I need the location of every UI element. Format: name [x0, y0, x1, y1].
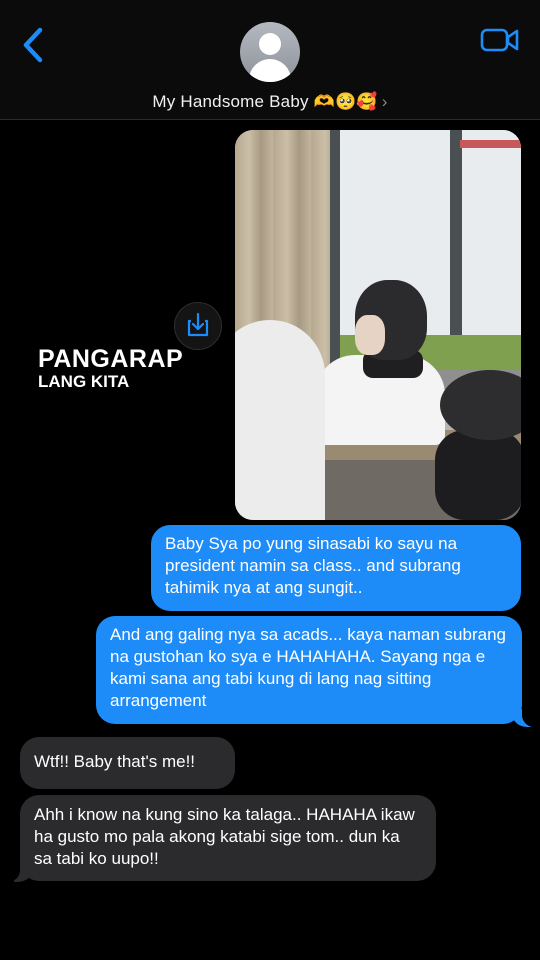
photo-sleeper-body: [435, 430, 521, 520]
window-beam: [460, 140, 521, 148]
incoming-message-bubble[interactable]: Wtf!! Baby that's me!!: [20, 737, 235, 789]
contact-avatar[interactable]: [240, 22, 300, 82]
image-message[interactable]: [235, 130, 521, 520]
conversation-header: My Handsome Baby 🫶🥺🥰 ›: [0, 0, 540, 120]
avatar-head: [259, 33, 281, 55]
window-frame: [330, 130, 340, 370]
caption-overlay: PANGARAP LANG KITA: [38, 346, 183, 392]
back-button[interactable]: [18, 26, 48, 64]
outgoing-message-bubble[interactable]: Baby Sya po yung sinasabi ko sayu na pre…: [151, 525, 521, 611]
incoming-message-bubble[interactable]: Ahh i know na kung sino ka talaga.. HAHA…: [20, 795, 436, 881]
caption-line-1: PANGARAP: [38, 345, 184, 373]
contact-name-button[interactable]: My Handsome Baby 🫶🥺🥰 ›: [0, 92, 540, 112]
photo-foreground: [235, 320, 325, 520]
video-call-button[interactable]: [480, 26, 520, 54]
bubble-tail-mask: [522, 703, 540, 727]
chevron-right-icon: ›: [381, 92, 388, 111]
caption-line-2: LANG KITA: [38, 372, 130, 391]
video-camera-icon: [480, 28, 519, 52]
avatar-body: [249, 59, 291, 82]
window-frame: [450, 130, 462, 370]
photo-student-face: [355, 315, 385, 355]
chevron-left-icon: [23, 27, 43, 63]
contact-name: My Handsome Baby 🫶🥺🥰: [152, 92, 378, 111]
download-icon: [187, 312, 209, 337]
save-image-button[interactable]: [174, 302, 222, 350]
outgoing-message-bubble[interactable]: And ang galing nya sa acads... kaya nama…: [96, 616, 522, 724]
